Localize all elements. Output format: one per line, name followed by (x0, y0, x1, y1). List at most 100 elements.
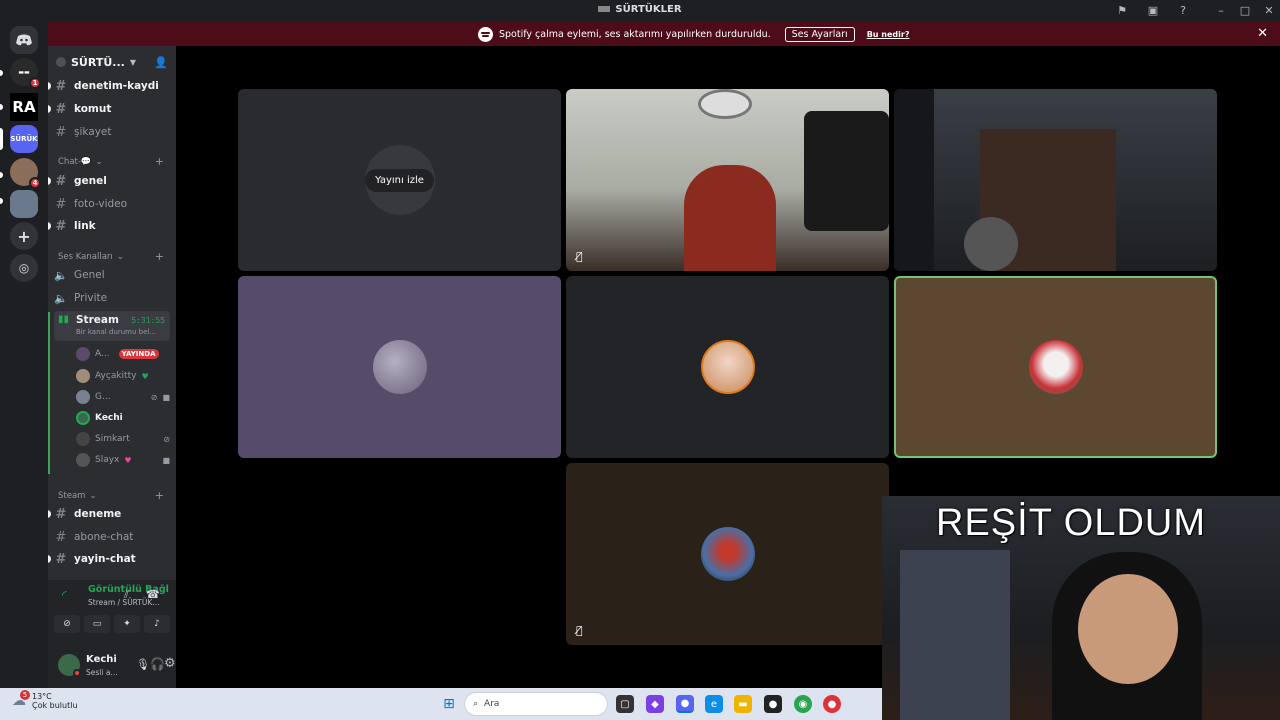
copilot-icon[interactable]: ◆ (646, 695, 664, 713)
server-icon[interactable]: 4 (10, 158, 41, 189)
voice-user-name: Kechi (95, 413, 123, 423)
notice-banner: Spotify çalma eylemi, ses aktarımı yapıl… (0, 22, 1280, 46)
voice-activity-icon: ▮▮ (58, 314, 70, 325)
hash-icon: # (55, 506, 67, 522)
voice-user[interactable]: Ayçakitty ♥ (76, 366, 170, 386)
watch-stream-button[interactable]: Yayını izle (365, 168, 434, 192)
channel-foto-video[interactable]: # foto-video (54, 194, 172, 214)
channel-yayin-chat[interactable]: # yayin-chat (48, 549, 172, 569)
channel-genel[interactable]: # genel (48, 171, 172, 191)
channel-komut[interactable]: # komut (48, 99, 172, 119)
file-explorer-icon[interactable]: ▬ (734, 695, 752, 713)
gear-icon[interactable]: ⚙ (164, 656, 176, 671)
avatar-tile[interactable]: 🎙̸ (566, 463, 889, 645)
avatar (76, 369, 90, 383)
voice-user[interactable]: Slayx ♥ ■ (76, 450, 170, 470)
cloud-icon: ☁ 5 (12, 690, 30, 709)
avatar-tile[interactable] (566, 276, 889, 458)
task-view-icon[interactable]: ▢ (616, 695, 634, 713)
channel-label: abone-chat (74, 531, 134, 543)
category-steam[interactable]: Steam ⌄ + (58, 489, 164, 502)
channel-denetim-kaydi[interactable]: # denetim-kaydi (48, 76, 172, 96)
server-icon[interactable] (10, 190, 38, 218)
add-channel-icon[interactable]: + (155, 155, 164, 168)
windows-start-icon[interactable]: ⊞ (440, 695, 458, 713)
unread-dot (48, 510, 51, 518)
voice-channel-stream[interactable]: ▮▮ Stream 5:31:55 Bir kanal durumu bel..… (54, 311, 170, 341)
what-is-this-link[interactable]: Bu nedir? (867, 30, 910, 39)
category-chat[interactable]: Chat-💬 ⌄ + (58, 155, 164, 168)
channel-deneme[interactable]: # deneme (48, 504, 172, 524)
close-banner-icon[interactable]: ✕ (1257, 26, 1268, 41)
channel-abone-chat[interactable]: # abone-chat (54, 527, 172, 547)
server-icon-ra[interactable]: RA (10, 93, 38, 121)
maximize-icon[interactable]: □ (1237, 3, 1253, 19)
screen-share-icon[interactable]: ▭ (84, 615, 110, 633)
voice-channel-name: Stream (76, 314, 119, 326)
inbox-flag-icon[interactable]: ⚑ (1114, 3, 1130, 19)
guild-header[interactable]: SÜRTÜ... ▼ 👤 (48, 46, 176, 78)
app-icon[interactable]: ● (823, 695, 841, 713)
voice-user-name: G... (95, 392, 111, 402)
noise-suppression-icon[interactable]: ⫽ (124, 588, 129, 602)
voice-channel-privite[interactable]: 🔈 Privite (54, 288, 172, 308)
video-tile[interactable] (894, 89, 1217, 271)
camera-icon: ■ (162, 455, 170, 465)
add-channel-icon[interactable]: + (155, 489, 164, 502)
stream-tile[interactable]: Yayını izle (238, 89, 561, 271)
hash-icon: # (55, 218, 67, 234)
app-icon[interactable]: ● (764, 695, 782, 713)
os-taskbar: ☁ 5 13°C Çok bulutlu ⊞ ⌕ Ara ▢ ◆ ● e ▬ ● ◉ … (0, 688, 882, 720)
invite-people-icon[interactable]: 👤 (154, 56, 168, 69)
status-dot (73, 669, 81, 677)
channel-link[interactable]: # link (48, 216, 172, 236)
user-avatar (700, 527, 755, 581)
channel-label: deneme (74, 508, 122, 520)
category-voice[interactable]: Ses Kanalları ⌄ + (58, 250, 164, 263)
discover-icon[interactable]: ◎ (10, 254, 38, 282)
video-tile[interactable]: 🎙̸ (566, 89, 889, 271)
signal-icon[interactable]: ◜ (62, 588, 67, 602)
minimize-icon[interactable]: – (1213, 3, 1229, 19)
channel-label: şikayet (74, 126, 112, 138)
call-timer: 5:31:55 (131, 316, 165, 325)
taskbar-search[interactable]: ⌕ Ara (464, 692, 608, 716)
current-user: Kechi Sesli a... 🎙 🎧 ⚙ (48, 648, 176, 684)
webcam-overlay: REŞİT OLDUM (882, 496, 1280, 720)
discord-app-icon[interactable]: ● (676, 695, 694, 713)
voice-user-name: Slayx (95, 455, 120, 465)
add-channel-icon[interactable]: + (155, 250, 164, 263)
channel-sikayet[interactable]: # şikayet (54, 122, 172, 142)
voice-user[interactable]: Simkart ⊘ (76, 429, 170, 449)
weather-widget[interactable]: ☁ 5 13°C Çok bulutlu (12, 690, 78, 710)
server-rail: ▬▬ 1 RA SÜRÜK 4 + ◎ (0, 22, 48, 688)
server-icon-active[interactable]: SÜRÜK (10, 125, 38, 153)
avatar (76, 453, 90, 467)
soundboard-icon[interactable]: ♪ (144, 615, 170, 633)
voice-user[interactable]: G... ⊘ ■ (76, 387, 170, 407)
camera-icon: ■ (162, 392, 170, 402)
avatar-tile[interactable] (238, 276, 561, 458)
speaking-avatar-tile[interactable] (894, 276, 1217, 458)
voice-user[interactable]: A... YAYINDA (76, 344, 170, 364)
server-icon[interactable]: ▬▬ 1 (10, 58, 41, 89)
heart-icon: ♥ (141, 371, 149, 381)
screen-share-icon[interactable]: ▣ (1145, 3, 1161, 19)
audio-settings-button[interactable]: Ses Ayarları (784, 26, 855, 42)
disconnect-icon[interactable]: ☎ (146, 588, 160, 601)
voice-user[interactable]: Kechi (76, 408, 170, 428)
help-icon[interactable]: ? (1175, 3, 1191, 19)
headphones-icon[interactable]: 🎧 (150, 657, 165, 671)
chrome-icon[interactable]: ◉ (794, 695, 812, 713)
discord-home-icon[interactable] (10, 26, 38, 54)
search-icon: ⌕ (473, 699, 479, 709)
voice-channel-genel[interactable]: 🔈 Genel (54, 265, 172, 285)
close-window-icon[interactable]: ✕ (1261, 3, 1277, 19)
add-server-icon[interactable]: + (10, 222, 38, 250)
edge-icon[interactable]: e (705, 695, 723, 713)
camera-off-icon[interactable]: ⊘ (54, 615, 80, 633)
activities-icon[interactable]: ✦ (114, 615, 140, 633)
microphone-icon[interactable]: 🎙 (136, 658, 150, 671)
muted-mic-icon: 🎙̸ (576, 624, 583, 637)
channel-status[interactable]: Bir kanal durumu bel... (76, 328, 156, 336)
